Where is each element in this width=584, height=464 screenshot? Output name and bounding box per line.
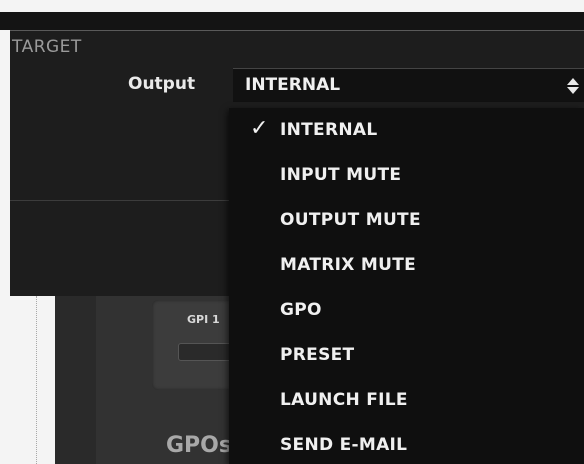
gpos-label: GPOs [166, 433, 232, 458]
output-label: Output [128, 74, 196, 94]
menu-item-gpo[interactable]: GPO [229, 292, 584, 328]
menu-item-input-mute[interactable]: INPUT MUTE [229, 157, 584, 193]
up-down-arrows-icon [567, 78, 579, 94]
checkmark-icon: ✓ [250, 116, 269, 141]
menu-item-label: SEND E-MAIL [280, 435, 408, 455]
output-dropdown-menu: ✓ INTERNAL INPUT MUTE OUTPUT MUTE MATRIX… [229, 108, 584, 464]
menu-item-label: INPUT MUTE [280, 165, 402, 185]
top-margin [0, 0, 584, 12]
menu-item-launch-file[interactable]: LAUNCH FILE [229, 382, 584, 418]
menu-item-matrix-mute[interactable]: MATRIX MUTE [229, 247, 584, 283]
menu-item-label: MATRIX MUTE [280, 255, 417, 275]
menu-item-send-email[interactable]: SEND E-MAIL [229, 427, 584, 463]
menu-item-label: OUTPUT MUTE [280, 210, 421, 230]
top-bar [0, 12, 584, 30]
menu-item-internal[interactable]: ✓ INTERNAL [229, 112, 584, 148]
menu-item-label: PRESET [280, 345, 355, 365]
menu-item-label: GPO [280, 300, 322, 320]
dotted-guide [36, 296, 37, 464]
section-title: TARGET [12, 37, 82, 57]
output-select-value: INTERNAL [245, 75, 341, 95]
output-select[interactable]: INTERNAL [233, 68, 584, 102]
gpi-label: GPI 1 [187, 313, 220, 326]
menu-item-label: INTERNAL [280, 120, 378, 140]
menu-item-output-mute[interactable]: OUTPUT MUTE [229, 202, 584, 238]
menu-item-preset[interactable]: PRESET [229, 337, 584, 373]
menu-item-label: LAUNCH FILE [280, 390, 408, 410]
